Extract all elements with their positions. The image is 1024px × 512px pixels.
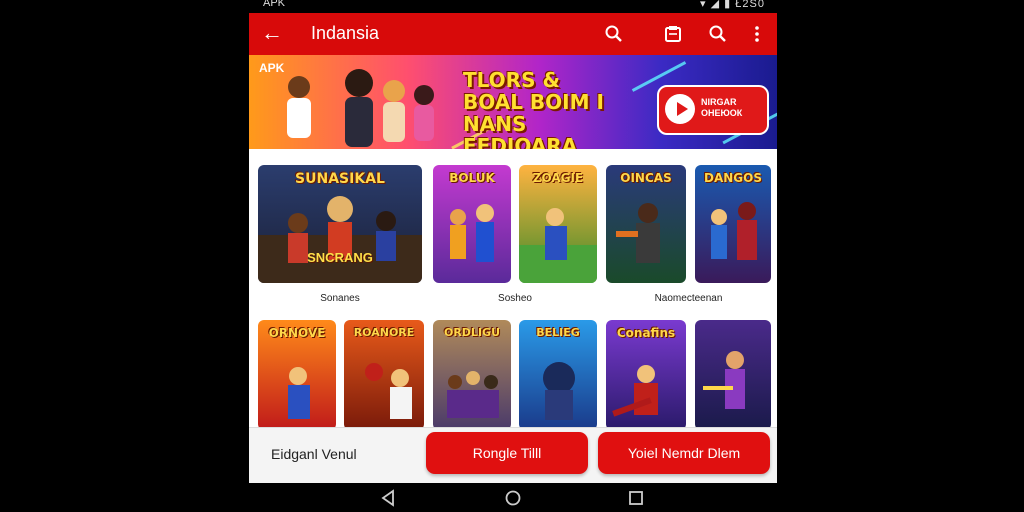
game-caption: Sonanes [320, 293, 360, 304]
game-card[interactable]: ZOAGIE [519, 165, 597, 283]
game-caption: Sosheo [498, 293, 532, 304]
game-card-title: SUNASIKAL [295, 171, 385, 187]
game-card-title: ROANORE [353, 326, 415, 339]
game-card-title: ORNOVE [268, 326, 326, 340]
status-right-text: ▾ ◢ ▮ Ł2S0 [700, 0, 765, 10]
game-card[interactable] [695, 320, 771, 430]
signal-icon: ◢ [710, 0, 721, 10]
more-vert-icon[interactable] [747, 24, 767, 44]
back-triangle-icon[interactable] [379, 489, 397, 507]
clipboard-icon[interactable] [663, 24, 683, 44]
app-title: Indansia [311, 23, 380, 43]
game-card-art [703, 351, 745, 409]
wifi-icon: ▾ [700, 0, 707, 10]
primary-action-button[interactable]: Rongle Tilll [426, 432, 588, 474]
game-card[interactable]: Conafins [606, 320, 686, 430]
game-card-title: BOLUK [449, 171, 495, 185]
banner-play-button[interactable]: NIRGAR ОНЕЮОК [657, 85, 769, 135]
game-card[interactable]: ORNOVE [258, 320, 336, 430]
home-circle-icon[interactable] [504, 489, 522, 507]
promo-banner[interactable]: APK TLORS & BOAL BOIM I NANS FEDIOARA NI… [249, 55, 777, 149]
game-card-subtitle: SNCRANG [307, 250, 373, 265]
game-caption: Naomecteenan [654, 293, 723, 304]
game-card-title: ORDLIGU [443, 326, 500, 339]
back-arrow-icon[interactable]: ← [261, 21, 283, 45]
search-icon[interactable] [708, 24, 728, 44]
banner-apk-tag: APK [259, 61, 285, 75]
app-bar: ← Indansia [249, 13, 777, 55]
game-card[interactable]: BOLUK [433, 165, 511, 283]
bottom-action-bar: Eidganl Venul Rongle Tilll Yoiel Nemdr D… [249, 427, 777, 484]
play-icon [665, 94, 695, 124]
banner-play-label: NIRGAR ОНЕЮОК [701, 97, 743, 118]
system-nav-bar [249, 483, 777, 512]
game-card[interactable]: DANGOS [695, 165, 771, 283]
status-bar: APK ▾ ◢ ▮ Ł2S0 [249, 0, 777, 13]
battery-icon: ▮ [724, 0, 732, 10]
game-card[interactable]: BELIEG [519, 320, 597, 430]
status-time: Ł2S0 [735, 0, 765, 10]
banner-headline: TLORS & BOAL BOIM I NANS FEDIOARA [463, 68, 604, 149]
status-left-text: APK [263, 0, 286, 9]
game-card-title: ZOAGIE [532, 171, 584, 185]
bottom-bar-label: Eidganl Venul [271, 446, 357, 462]
game-card-title: DANGOS [704, 171, 762, 185]
game-card-title: OINCAS [620, 171, 672, 185]
game-card-title: Conafins [616, 326, 676, 340]
game-card[interactable]: OINCAS [606, 165, 686, 283]
phone-screen: APK ▾ ◢ ▮ Ł2S0 ← Indansia APK TLORS & BO… [249, 0, 777, 512]
game-card[interactable]: SUNASIKAL SNCRANG [258, 165, 422, 283]
banner-characters-image [287, 69, 434, 147]
game-card[interactable]: ORDLIGU [433, 320, 511, 430]
game-card[interactable]: ROANORE [344, 320, 424, 430]
recents-square-icon[interactable] [627, 489, 645, 507]
search-icon[interactable] [604, 24, 624, 44]
game-card-title: BELIEG [536, 326, 580, 339]
secondary-action-button[interactable]: Yoiel Nemdr Dlem [598, 432, 770, 474]
